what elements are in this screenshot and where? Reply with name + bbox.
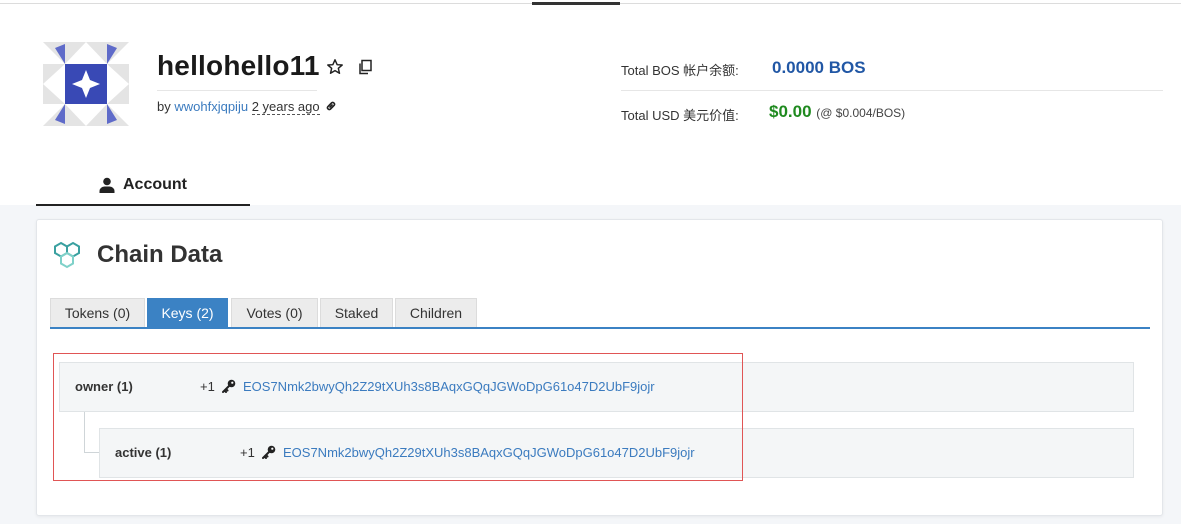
chain-data-card: Chain Data Tokens (0) Keys (2) Votes (0)… — [36, 219, 1163, 516]
usd-amount: $0.00 — [769, 102, 812, 121]
chain-data-tabs: Tokens (0) Keys (2) Votes (0) Staked Chi… — [50, 298, 1150, 329]
stats-divider — [621, 90, 1163, 91]
tab-account[interactable]: Account — [36, 166, 250, 206]
total-usd-value: $0.00 (@ $0.004/BOS) — [769, 102, 905, 122]
usd-rate: (@ $0.004/BOS) — [816, 106, 906, 120]
tab-account-label: Account — [123, 176, 187, 193]
author-link[interactable]: wwohfxjqpiju — [174, 99, 248, 114]
top-active-indicator — [532, 2, 620, 5]
user-icon — [99, 177, 115, 193]
created-time[interactable]: 2 years ago — [251, 99, 320, 115]
highlight-box — [53, 353, 743, 481]
chain-data-title: Chain Data — [97, 241, 223, 268]
by-label: by — [157, 99, 171, 114]
total-bos-label: Total BOS 帐户余额: — [621, 63, 739, 78]
account-avatar — [43, 42, 129, 126]
tab-children[interactable]: Children — [395, 298, 477, 327]
account-name: hellohello11 — [157, 50, 320, 81]
total-usd-label: Total USD 美元价值: — [621, 108, 739, 123]
byline: by wwohfxjqpiju 2 years ago — [157, 99, 337, 115]
star-icon[interactable] — [326, 58, 344, 76]
tab-keys[interactable]: Keys (2) — [147, 298, 228, 327]
chain-icon — [54, 241, 80, 269]
link-icon[interactable] — [325, 100, 337, 112]
title-divider — [157, 90, 317, 91]
tab-staked[interactable]: Staked — [320, 298, 393, 327]
total-bos-value: 0.0000 BOS — [772, 58, 866, 77]
tab-votes[interactable]: Votes (0) — [231, 298, 318, 327]
tab-tokens[interactable]: Tokens (0) — [50, 298, 145, 327]
copy-icon[interactable] — [357, 59, 373, 75]
